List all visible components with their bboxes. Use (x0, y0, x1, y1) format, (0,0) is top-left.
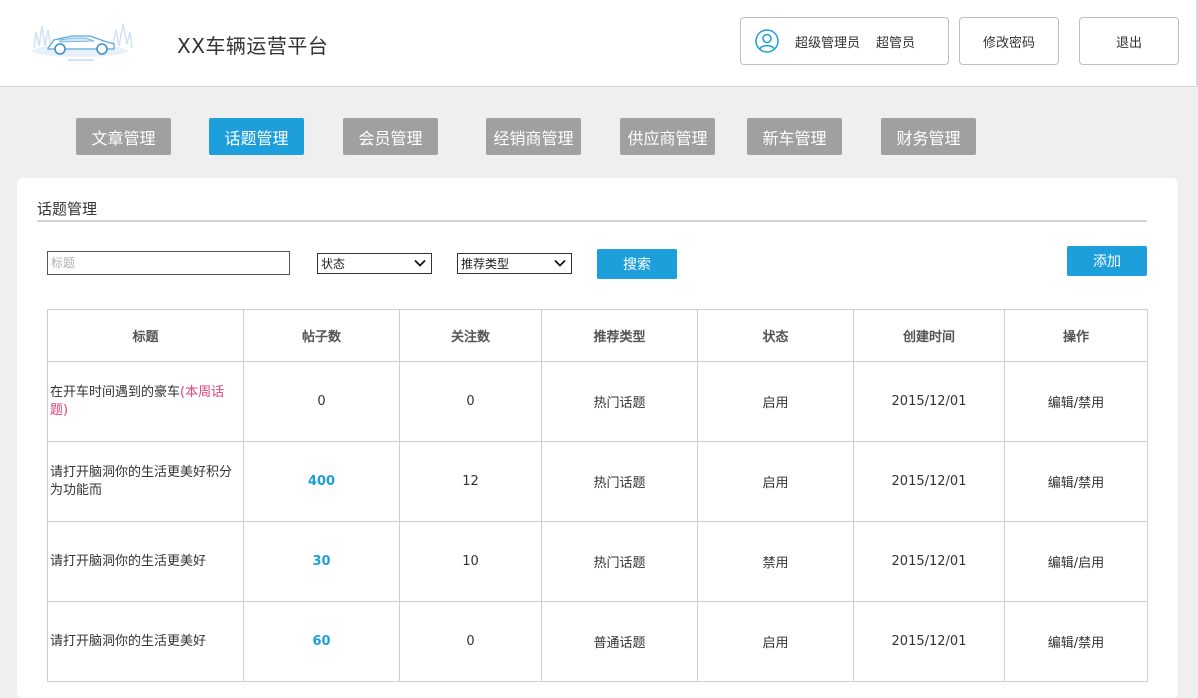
header-follows: 关注数 (399, 309, 542, 362)
tab-finance[interactable]: 财务管理 (881, 118, 976, 155)
recommend-type-select[interactable]: 推荐类型 (457, 253, 572, 274)
created-date: 2015/12/01 (853, 601, 1005, 682)
topic-title[interactable]: 请打开脑洞你的生活更美好积分为功能而 (50, 465, 232, 498)
user-info[interactable]: 超级管理员 超管员 (740, 17, 949, 65)
topic-status: 启用 (697, 601, 854, 682)
row-actions[interactable]: 编辑/禁用 (1004, 441, 1148, 522)
created-date: 2015/12/01 (853, 361, 1005, 442)
posts-count-link[interactable]: 30 (312, 554, 330, 569)
recommend-type: 热门话题 (541, 521, 698, 602)
chevron-down-icon (414, 259, 426, 267)
topic-title-cell: 请打开脑洞你的生活更美好积分为功能而 (47, 441, 244, 522)
tab-members[interactable]: 会员管理 (343, 118, 438, 155)
follows-count: 0 (399, 601, 542, 682)
table-row: 在开车时间遇到的豪车(本周话题) 0 0 热门话题 启用 2015/12/01 … (47, 361, 1148, 442)
topic-title[interactable]: 请打开脑洞你的生活更美好 (50, 634, 206, 649)
car-logo-icon (32, 23, 133, 61)
search-button[interactable]: 搜索 (597, 249, 677, 279)
app-title: XX车辆运营平台 (177, 34, 329, 58)
topic-status: 禁用 (697, 521, 854, 602)
topic-title[interactable]: 在开车时间遇到的豪车 (50, 385, 180, 400)
topic-title-cell: 在开车时间遇到的豪车(本周话题) (47, 361, 244, 442)
created-date: 2015/12/01 (853, 441, 1005, 522)
posts-count-cell: 30 (243, 521, 400, 602)
posts-count-cell: 60 (243, 601, 400, 682)
posts-count: 0 (243, 361, 400, 442)
follows-count: 12 (399, 441, 542, 522)
header-created: 创建时间 (853, 309, 1005, 362)
row-actions[interactable]: 编辑/禁用 (1004, 361, 1148, 442)
posts-count-link[interactable]: 400 (308, 474, 335, 489)
row-actions[interactable]: 编辑/启用 (1004, 521, 1148, 602)
status-select-value: 状态 (321, 257, 346, 271)
header-recommend-type: 推荐类型 (541, 309, 698, 362)
topic-title-cell: 请打开脑洞你的生活更美好 (47, 521, 244, 602)
table-header-row: 标题 帖子数 关注数 推荐类型 状态 创建时间 操作 (47, 309, 1148, 362)
topic-panel: 话题管理 状态 推荐类型 搜索 添加 标题 帖子数 关注数 推荐类型 状态 创建… (17, 178, 1178, 698)
logout-button[interactable]: 退出 (1079, 17, 1179, 65)
follows-count: 10 (399, 521, 542, 602)
header-status: 状态 (697, 309, 854, 362)
posts-count-link[interactable]: 60 (312, 634, 330, 649)
created-date: 2015/12/01 (853, 521, 1005, 602)
recommend-type: 普通话题 (541, 601, 698, 682)
topic-status: 启用 (697, 441, 854, 522)
follows-count: 0 (399, 361, 542, 442)
add-topic-button[interactable]: 添加 (1067, 246, 1147, 276)
chevron-down-icon (554, 259, 566, 267)
tab-new-cars[interactable]: 新车管理 (747, 118, 842, 155)
topic-title[interactable]: 请打开脑洞你的生活更美好 (50, 554, 206, 569)
user-avatar-icon (755, 29, 779, 53)
user-role: 超管员 (876, 35, 916, 51)
status-select[interactable]: 状态 (317, 253, 432, 274)
recommend-type: 热门话题 (541, 441, 698, 522)
topic-title-cell: 请打开脑洞你的生活更美好 (47, 601, 244, 682)
user-name: 超级管理员 (795, 35, 861, 51)
top-header: XX车辆运营平台 超级管理员 超管员 修改密码 退出 (0, 0, 1198, 87)
tab-suppliers[interactable]: 供应商管理 (620, 118, 715, 155)
title-search-input[interactable] (47, 251, 290, 275)
table-row: 请打开脑洞你的生活更美好 30 10 热门话题 禁用 2015/12/01 编辑… (47, 521, 1148, 602)
posts-count-cell: 400 (243, 441, 400, 522)
header-actions: 操作 (1004, 309, 1148, 362)
topic-status: 启用 (697, 361, 854, 442)
row-actions[interactable]: 编辑/禁用 (1004, 601, 1148, 682)
title-divider (37, 220, 1147, 222)
recommend-type: 热门话题 (541, 361, 698, 442)
tab-dealers[interactable]: 经销商管理 (486, 118, 581, 155)
topic-table: 标题 帖子数 关注数 推荐类型 状态 创建时间 操作 在开车时间遇到的豪车(本周… (47, 309, 1148, 682)
table-row: 请打开脑洞你的生活更美好积分为功能而 400 12 热门话题 启用 2015/1… (47, 441, 1148, 522)
table-row: 请打开脑洞你的生活更美好 60 0 普通话题 启用 2015/12/01 编辑/… (47, 601, 1148, 682)
change-password-button[interactable]: 修改密码 (959, 17, 1059, 65)
tab-topics[interactable]: 话题管理 (209, 118, 304, 155)
recommend-type-select-value: 推荐类型 (461, 257, 510, 271)
tab-articles[interactable]: 文章管理 (76, 118, 171, 155)
panel-title: 话题管理 (37, 200, 98, 218)
header-title: 标题 (47, 309, 244, 362)
header-posts: 帖子数 (243, 309, 400, 362)
